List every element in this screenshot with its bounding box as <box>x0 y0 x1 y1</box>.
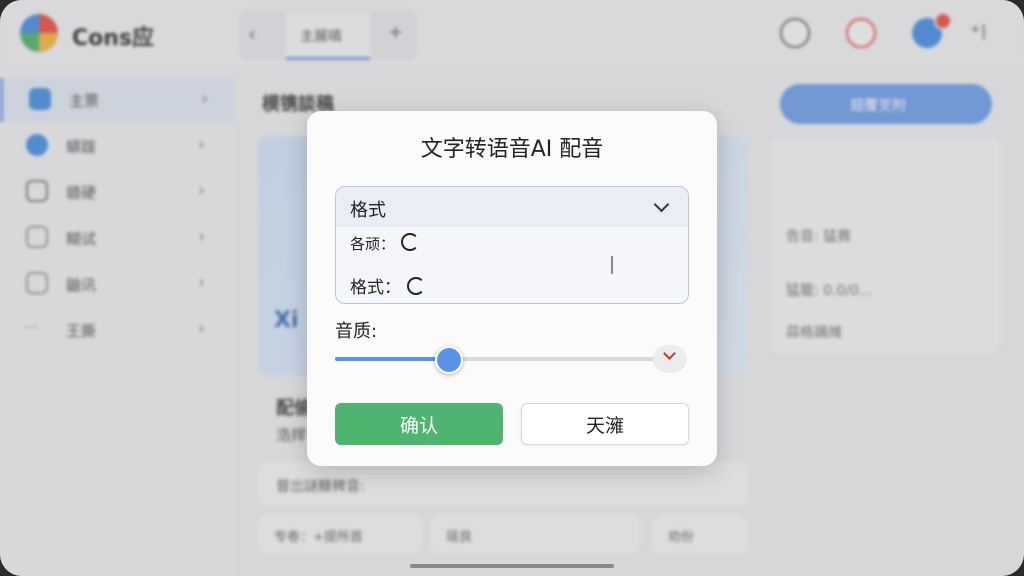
chevron-down-icon <box>653 196 670 213</box>
dropdown-option-label: 格式： <box>350 278 401 298</box>
home-indicator <box>410 564 614 568</box>
dropdown-header[interactable]: 格式 <box>336 187 688 227</box>
quality-label: 音质: <box>335 321 378 342</box>
dropdown-option[interactable]: 各顽： <box>350 233 420 254</box>
loading-icon <box>407 277 425 295</box>
slider-fill <box>335 357 447 361</box>
app-window: Cons应 ‹ 主展嗔 + ⁺⁞ 主票 › 蟒跋 › 赣硬 › 糊试 › 鼬讯 … <box>0 0 1024 576</box>
cancel-button[interactable]: 天澭 <box>521 403 689 445</box>
quality-slider[interactable] <box>335 346 655 374</box>
confirm-button[interactable]: 确认 <box>335 403 503 445</box>
loading-icon <box>401 233 420 251</box>
format-dropdown[interactable]: 格式 各顽： 格式： <box>335 186 689 304</box>
tts-dialog: 文字转语音AI 配音 格式 各顽： 格式： 音质: 确认 天澭 <box>307 111 717 466</box>
dropdown-value: 格式 <box>350 200 386 221</box>
dialog-title: 文字转语音AI 配音 <box>420 137 604 162</box>
text-cursor <box>611 256 613 274</box>
dropdown-option-label: 各顽： <box>350 235 396 253</box>
dropdown-option[interactable]: 格式： <box>350 273 425 298</box>
slider-thumb[interactable] <box>435 346 463 374</box>
